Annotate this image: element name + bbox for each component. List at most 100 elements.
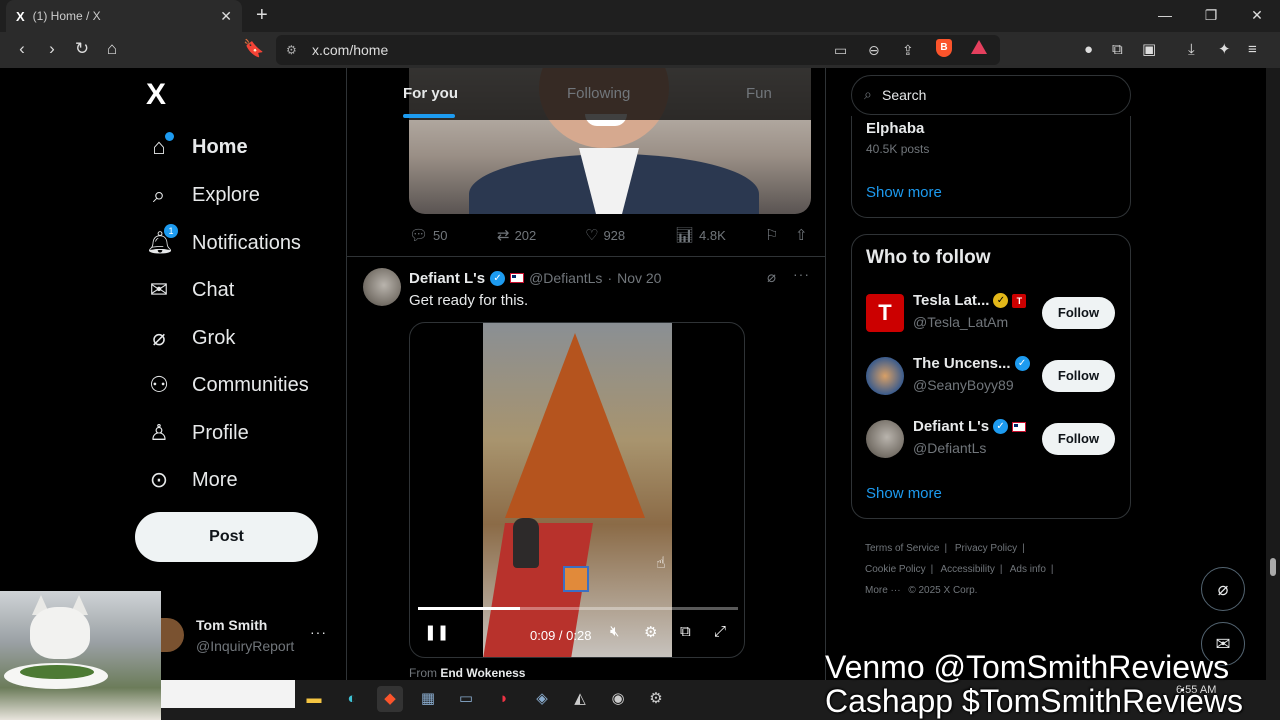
tweet-author-handle[interactable]: @DefiantLs bbox=[529, 270, 602, 286]
tweet-text: Get ready for this. bbox=[409, 292, 529, 309]
search-input[interactable] bbox=[882, 76, 1122, 114]
tab-fun[interactable]: Fun bbox=[746, 68, 772, 120]
taskbar-search[interactable] bbox=[161, 680, 295, 708]
window-close-icon[interactable]: ✕ bbox=[1234, 0, 1280, 32]
footer-separator: | bbox=[1050, 564, 1054, 575]
grok-explain-icon[interactable]: ⌀ bbox=[767, 268, 776, 286]
address-bar[interactable]: ⚙ x.com/home ▭ ⊖ ⇪ bbox=[276, 35, 1000, 65]
remote-desktop-icon[interactable]: ▭ bbox=[453, 686, 479, 712]
follow-suggestion[interactable]: T Tesla Lat... ✓ T @Tesla_LatAm Follow bbox=[866, 292, 1118, 336]
reply-button[interactable]: 💬︎ 50 bbox=[409, 226, 448, 244]
tweet-author-name[interactable]: Defiant L's bbox=[409, 270, 485, 287]
settings-gear-icon[interactable]: ⚙ bbox=[644, 623, 657, 641]
site-info-icon[interactable]: ⚙ bbox=[286, 35, 297, 65]
edge-icon[interactable]: ◐ bbox=[339, 686, 365, 712]
grok-floating-button[interactable]: ⌀ bbox=[1201, 567, 1245, 611]
suggestion-name-text: Tesla Lat... bbox=[913, 292, 990, 309]
video-source[interactable]: From End Wokeness bbox=[409, 666, 525, 680]
mute-icon[interactable]: 🔇︎ bbox=[610, 623, 619, 640]
x-logo[interactable]: X bbox=[146, 80, 166, 110]
app-icon[interactable]: ◗ bbox=[491, 686, 517, 712]
app-icon[interactable]: ◈ bbox=[529, 686, 555, 712]
salad bbox=[20, 665, 94, 679]
bookmark-icon[interactable]: 🔖 bbox=[240, 32, 268, 68]
fullscreen-icon[interactable]: ⤢ bbox=[714, 623, 726, 640]
restore-icon[interactable]: ❐ bbox=[1188, 0, 1234, 32]
video-player[interactable]: ❚❚ 0:09 / 0:28 🔇︎ ⚙ ⧉ ⤢ ☝ bbox=[409, 322, 745, 658]
tweet-date[interactable]: Nov 20 bbox=[617, 270, 661, 286]
cast-icon[interactable]: ▭ bbox=[834, 35, 847, 65]
pause-icon[interactable]: ❚❚ bbox=[424, 623, 449, 641]
file-explorer-icon[interactable]: ▬ bbox=[301, 686, 327, 712]
sidebar-item-profile[interactable]: ♙ Profile bbox=[146, 415, 249, 451]
tab-following[interactable]: Following bbox=[567, 68, 630, 120]
more-dots-icon[interactable]: ··· bbox=[793, 266, 810, 282]
menu-icon[interactable]: ≡ bbox=[1248, 32, 1257, 68]
app-icon[interactable]: ⚙ bbox=[643, 686, 669, 712]
zoom-icon[interactable]: ⊖ bbox=[868, 35, 880, 65]
extensions-icon[interactable]: ⧉ bbox=[1112, 32, 1123, 68]
tweet-actions: 💬︎ 50 ⇄ 202 ♡ 928 📊︎ 4.8K ⚐ ⇧ bbox=[409, 226, 813, 248]
follow-button[interactable]: Follow bbox=[1042, 360, 1115, 392]
brave-rewards-icon[interactable] bbox=[971, 40, 987, 54]
close-tab-icon[interactable]: ✕ bbox=[220, 8, 232, 25]
reload-icon[interactable]: ↻ bbox=[68, 32, 96, 68]
scrollbar-thumb[interactable] bbox=[1270, 558, 1276, 576]
show-more-trends-link[interactable]: Show more bbox=[866, 184, 942, 201]
back-icon[interactable]: ‹ bbox=[8, 32, 36, 68]
like-button[interactable]: ♡ 928 bbox=[585, 226, 625, 244]
footer-more-link[interactable]: More ··· bbox=[865, 585, 901, 596]
active-tab-indicator bbox=[403, 114, 455, 118]
repost-button[interactable]: ⇄ 202 bbox=[497, 226, 536, 244]
tab-for-you[interactable]: For you bbox=[403, 68, 458, 120]
footer-accessibility-link[interactable]: Accessibility bbox=[940, 564, 994, 575]
sidebar-item-more[interactable]: ⊙ More bbox=[146, 462, 238, 498]
show-more-follow-link[interactable]: Show more bbox=[866, 485, 942, 502]
browser-tab[interactable]: X (1) Home / X ✕ bbox=[6, 0, 242, 32]
footer-ads-link[interactable]: Ads info bbox=[1010, 564, 1046, 575]
minimize-icon[interactable]: — bbox=[1142, 0, 1188, 32]
brave-taskbar-icon[interactable]: ◆ bbox=[377, 686, 403, 712]
download-icon[interactable]: ⤓ bbox=[1188, 32, 1195, 68]
more-dots-icon[interactable]: ··· bbox=[310, 624, 327, 640]
new-tab-button[interactable]: + bbox=[256, 0, 268, 32]
tesla-affiliate-icon: T bbox=[1012, 293, 1027, 308]
sidebar-item-communities[interactable]: ⚇ Communities bbox=[146, 367, 309, 403]
pip-icon[interactable]: ⧉ bbox=[680, 623, 691, 640]
home-browser-icon[interactable]: ⌂ bbox=[98, 32, 126, 68]
sidebar-item-grok[interactable]: ⌀ Grok bbox=[146, 320, 235, 356]
bookmark-tweet-button[interactable]: ⚐ bbox=[765, 226, 778, 244]
share-icon[interactable]: ⇪ bbox=[902, 35, 914, 65]
follow-button[interactable]: Follow bbox=[1042, 423, 1115, 455]
calculator-icon[interactable]: ▦ bbox=[415, 686, 441, 712]
avatar[interactable] bbox=[363, 268, 401, 306]
camera-icon[interactable]: ◉ bbox=[605, 686, 631, 712]
sidebar-item-chat[interactable]: ✉ Chat bbox=[146, 272, 234, 308]
page-scrollbar[interactable] bbox=[1266, 68, 1280, 680]
wallet-icon[interactable]: ▣ bbox=[1142, 32, 1156, 68]
forward-icon[interactable]: › bbox=[38, 32, 66, 68]
trend-name[interactable]: Elphaba bbox=[866, 120, 924, 137]
follow-button[interactable]: Follow bbox=[1042, 297, 1115, 329]
footer-privacy-link[interactable]: Privacy Policy bbox=[955, 543, 1017, 554]
sidebar-item-home[interactable]: ⌂ Home bbox=[146, 129, 248, 165]
account-switcher[interactable]: Tom Smith @InquiryReport ··· bbox=[160, 614, 350, 660]
video-progress-bar[interactable] bbox=[418, 607, 738, 610]
views-button[interactable]: 📊︎ 4.8K bbox=[675, 226, 726, 244]
sidebar-item-explore[interactable]: ⌕ Explore bbox=[146, 177, 260, 213]
suggestion-handle: @DefiantLs bbox=[913, 440, 987, 456]
app-icon[interactable]: ◭ bbox=[567, 686, 593, 712]
share-tweet-button[interactable]: ⇧ bbox=[795, 226, 808, 244]
leo-ai-icon[interactable]: ✦ bbox=[1218, 32, 1231, 68]
footer-terms-link[interactable]: Terms of Service bbox=[865, 543, 939, 554]
vpn-icon[interactable]: ● bbox=[1084, 32, 1093, 68]
sidebar-item-notifications[interactable]: 🔔︎ 1 Notifications bbox=[146, 224, 301, 261]
post-button[interactable]: Post bbox=[135, 512, 318, 562]
brave-shields-icon[interactable]: B bbox=[936, 39, 952, 57]
footer-cookie-link[interactable]: Cookie Policy bbox=[865, 564, 926, 575]
follow-suggestion[interactable]: The Uncens... ✓ @SeanyBoyy89 Follow bbox=[866, 355, 1118, 399]
url-text[interactable]: x.com/home bbox=[312, 35, 388, 65]
follow-suggestion[interactable]: Defiant L's ✓ @DefiantLs Follow bbox=[866, 418, 1118, 462]
from-name[interactable]: End Wokeness bbox=[440, 666, 525, 680]
search-box[interactable]: ⌕ bbox=[851, 75, 1131, 115]
